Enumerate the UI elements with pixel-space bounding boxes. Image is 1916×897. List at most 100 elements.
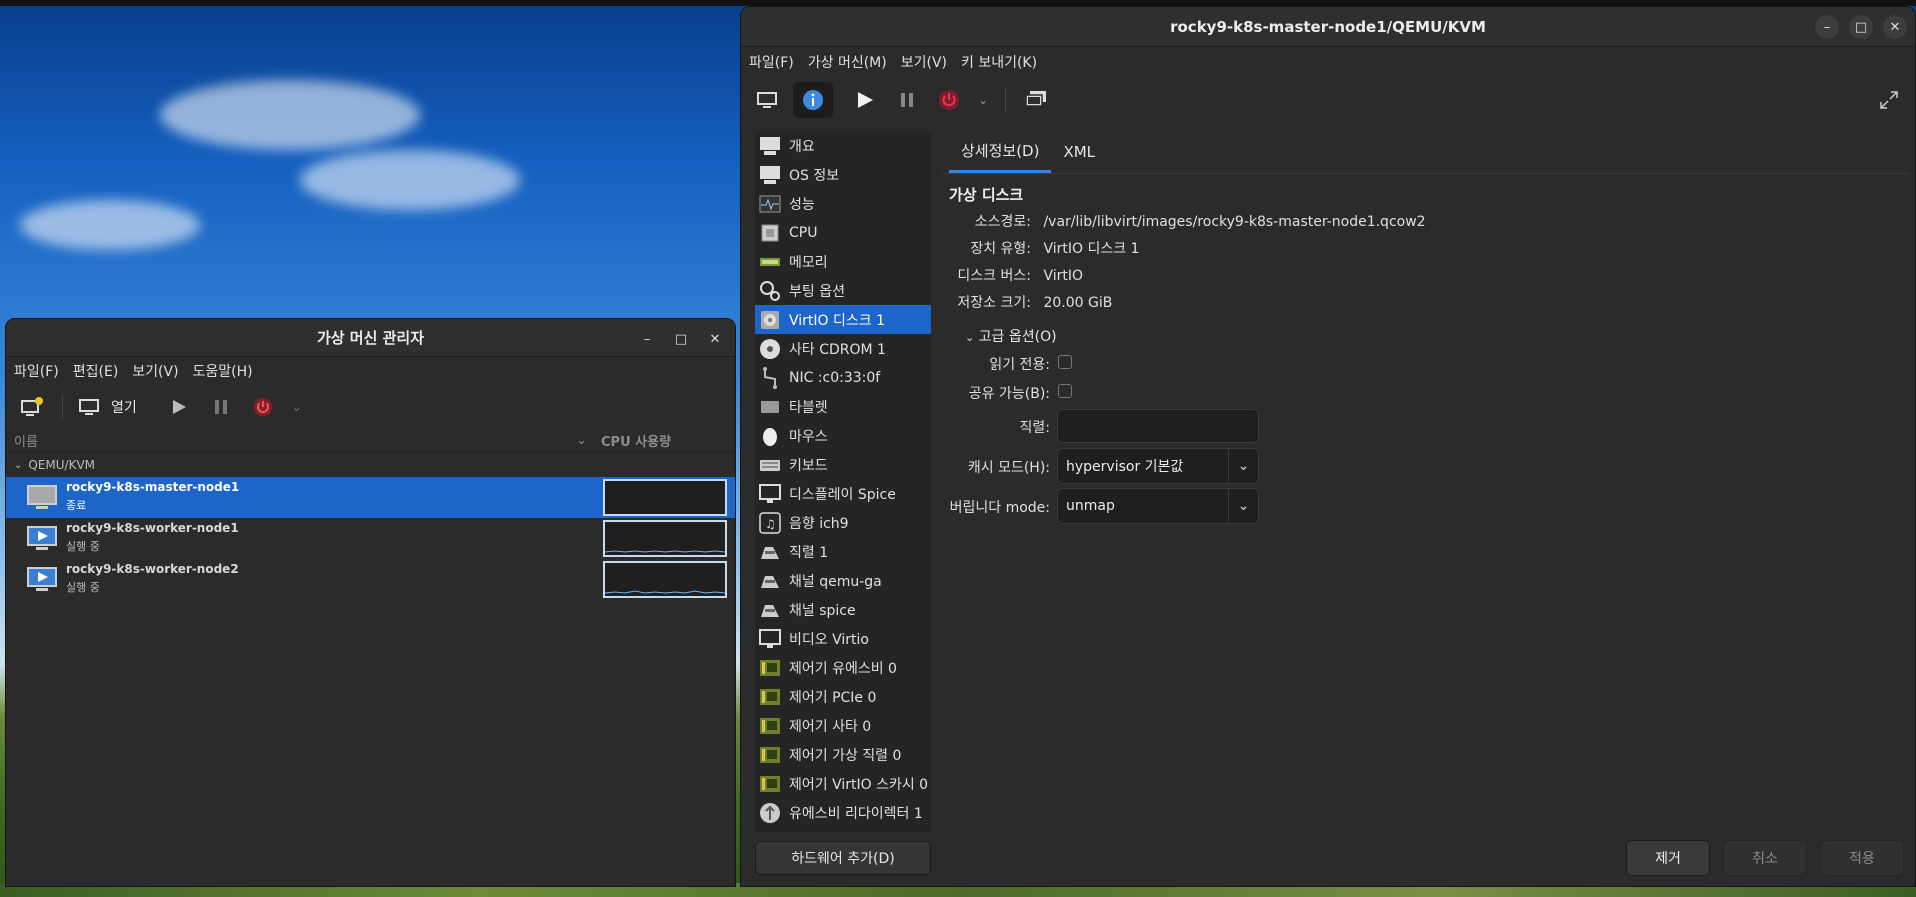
shutdown-dropdown[interactable]: ⌄	[289, 391, 305, 423]
pause-button[interactable]	[205, 391, 237, 423]
hardware-item[interactable]: 제어기 VirtIO 스카시 0	[755, 769, 931, 798]
tab-details[interactable]: 상세정보(D)	[949, 131, 1052, 173]
advanced-options-expander[interactable]: ⌄ 고급 옵션(O)	[965, 326, 1057, 346]
discard-mode-select[interactable]: unmap ⌄	[1057, 488, 1259, 524]
menu-help[interactable]: 도움말(H)	[193, 361, 253, 381]
hardware-item[interactable]: 사타 CDROM 1	[755, 334, 931, 363]
hardware-item[interactable]: 마우스	[755, 421, 931, 450]
hardware-item-label: 음향 ich9	[789, 515, 849, 532]
channel-icon	[761, 576, 779, 588]
apply-button[interactable]: 적용	[1820, 840, 1904, 876]
manager-titlebar: 가상 머신 관리자 – □ ✕	[6, 319, 735, 357]
hardware-item[interactable]: 제어기 사타 0	[755, 711, 931, 740]
hardware-item[interactable]: CPU	[755, 218, 931, 247]
disk-icon	[761, 311, 779, 329]
new-vm-button[interactable]	[16, 391, 48, 423]
sound-icon: ♫	[759, 512, 781, 534]
hardware-item[interactable]: 성능	[755, 189, 931, 218]
hardware-item[interactable]: 메모리	[755, 247, 931, 276]
serial-input[interactable]	[1057, 409, 1259, 443]
expander-icon[interactable]: ⌄	[14, 460, 22, 471]
open-button[interactable]: 열기	[77, 396, 137, 418]
monitor-icon	[757, 92, 777, 108]
play-icon	[858, 92, 873, 108]
hardware-item-label: CPU	[789, 224, 818, 241]
maximize-button[interactable]: □	[669, 327, 693, 351]
tab-xml[interactable]: XML	[1051, 131, 1107, 173]
run-button[interactable]	[163, 391, 195, 423]
maximize-button[interactable]: □	[1849, 15, 1873, 39]
cache-mode-select[interactable]: hypervisor 기본값 ⌄	[1057, 448, 1259, 484]
connection-group[interactable]: ⌄ QEMU/KVM	[6, 453, 735, 477]
vm-status: 종료	[66, 499, 87, 512]
menu-sendkey[interactable]: 키 보내기(K)	[961, 52, 1037, 72]
readonly-checkbox[interactable]	[1058, 355, 1072, 369]
console-button[interactable]	[751, 84, 783, 116]
column-name[interactable]: 이름	[14, 431, 38, 450]
details-button[interactable]	[793, 82, 833, 118]
add-hardware-button[interactable]: 하드웨어 추가(D)	[755, 841, 931, 875]
hardware-item[interactable]: 채널 spice	[755, 595, 931, 624]
hardware-item[interactable]: VirtIO 디스크 1	[755, 305, 931, 334]
toolbar-separator	[62, 395, 63, 419]
cancel-button[interactable]: 취소	[1723, 840, 1807, 876]
hardware-item-label: 제어기 VirtIO 스카시 0	[789, 776, 929, 793]
shareable-checkbox[interactable]	[1058, 384, 1072, 398]
menu-view[interactable]: 보기(V)	[132, 361, 178, 381]
snapshots-button[interactable]	[1020, 84, 1052, 116]
hardware-item-label: 제어기 가상 직렬 0	[789, 747, 902, 764]
hardware-item[interactable]: 제어기 가상 직렬 0	[755, 740, 931, 769]
hardware-item[interactable]: ♫ 음향 ich9	[755, 508, 931, 537]
vm-row[interactable]: rocky9-k8s-master-node1 종료	[6, 477, 735, 518]
hardware-item[interactable]: NIC :c0:33:0f	[755, 363, 931, 392]
close-button[interactable]: ✕	[703, 327, 727, 351]
vm-off-icon	[27, 485, 57, 509]
perf-icon	[759, 195, 781, 213]
shutdown-button[interactable]	[933, 84, 965, 116]
power-icon	[253, 398, 272, 416]
hardware-item[interactable]: 직렬 1	[755, 537, 931, 566]
hardware-item[interactable]: 채널 qemu-ga	[755, 566, 931, 595]
hardware-item[interactable]: 제어기 유에스비 0	[755, 653, 931, 682]
fullscreen-button[interactable]	[1873, 84, 1905, 116]
keyboard-icon	[760, 460, 780, 471]
run-button[interactable]	[849, 84, 881, 116]
shutdown-dropdown[interactable]: ⌄	[975, 84, 991, 116]
hardware-item[interactable]: 유에스비 리다이렉터 1	[755, 798, 931, 827]
column-cpu[interactable]: CPU 사용량	[601, 431, 671, 450]
hardware-item[interactable]: 개요	[755, 131, 931, 160]
sort-chevron-icon[interactable]: ⌄	[576, 433, 587, 448]
cache-mode-row: 캐시 모드(H):	[941, 457, 1050, 477]
vm-row[interactable]: rocky9-k8s-worker-node1 실행 중	[6, 518, 735, 559]
hardware-item[interactable]: 타블렛	[755, 392, 931, 421]
hardware-item[interactable]: 키보드	[755, 450, 931, 479]
device-type-label: 장치 유형:	[970, 241, 1031, 257]
discard-mode-value: unmap	[1066, 498, 1115, 514]
menu-edit[interactable]: 편집(E)	[73, 361, 119, 381]
cpu-icon	[761, 224, 779, 242]
tab-divider	[941, 173, 1909, 174]
menu-file[interactable]: 파일(F)	[749, 52, 794, 72]
cache-mode-label: 캐시 모드(H):	[967, 460, 1050, 476]
shutdown-button[interactable]	[247, 391, 279, 423]
hardware-item[interactable]: 비디오 Virtio	[755, 624, 931, 653]
hardware-item[interactable]: 부팅 옵션	[755, 276, 931, 305]
cpu-sparkline	[604, 550, 726, 553]
hardware-item[interactable]: 유에스비 리다이렉터 2	[755, 827, 931, 832]
remove-button[interactable]: 제거	[1626, 840, 1710, 876]
hardware-item[interactable]: OS 정보	[755, 160, 931, 189]
hardware-list[interactable]: 개요 OS 정보성능 CPU 메모리부팅 옵션 VirtIO 디스크 1 사타 CDROM…	[755, 131, 931, 832]
close-button[interactable]: ✕	[1883, 15, 1907, 39]
minimize-button[interactable]: –	[1815, 15, 1839, 39]
hardware-item[interactable]: 제어기 PCIe 0	[755, 682, 931, 711]
hardware-item-label: 부팅 옵션	[789, 283, 845, 300]
pause-button[interactable]	[891, 84, 923, 116]
menu-view[interactable]: 보기(V)	[901, 52, 947, 72]
vm-row[interactable]: rocky9-k8s-worker-node2 실행 중	[6, 559, 735, 600]
hardware-item-label: 성능	[789, 196, 815, 213]
minimize-button[interactable]: –	[635, 327, 659, 351]
info-icon	[803, 90, 823, 110]
menu-vm[interactable]: 가상 머신(M)	[808, 52, 887, 72]
hardware-item[interactable]: 디스플레이 Spice	[755, 479, 931, 508]
menu-file[interactable]: 파일(F)	[14, 361, 59, 381]
